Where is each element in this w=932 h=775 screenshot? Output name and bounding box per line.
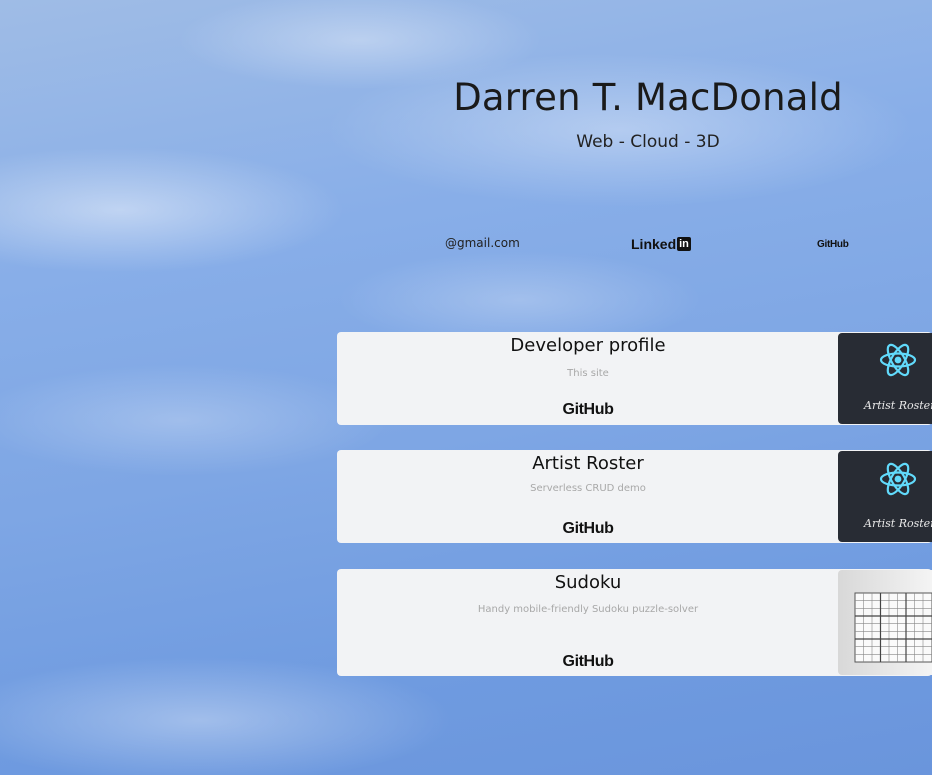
project-card-developer-profile: Developer profile This site GitHub Artis… — [337, 332, 932, 425]
thumbnail-caption: Artist Roster — [864, 517, 932, 530]
project-description: Serverless CRUD demo — [530, 483, 646, 494]
project-github-link[interactable]: GitHub — [337, 653, 839, 671]
project-title: Developer profile — [510, 335, 666, 356]
project-thumbnail[interactable] — [838, 570, 932, 675]
project-card-artist-roster: Artist Roster Serverless CRUD demo GitHu… — [337, 450, 932, 543]
project-title: Artist Roster — [532, 453, 644, 474]
project-github-link[interactable]: GitHub — [337, 401, 839, 419]
github-link[interactable]: GitHub — [817, 239, 849, 250]
project-thumbnail[interactable]: Artist Roster — [838, 451, 932, 542]
project-description: Handy mobile-friendly Sudoku puzzle-solv… — [477, 604, 699, 615]
project-thumbnail[interactable]: Artist Roster — [838, 333, 932, 424]
project-github-link[interactable]: GitHub — [337, 520, 839, 538]
linkedin-logo-word: Linked — [631, 236, 677, 252]
thumbnail-caption: Artist Roster — [864, 399, 932, 412]
tagline: Web - Cloud - 3D — [576, 132, 720, 152]
project-title: Sudoku — [554, 572, 622, 593]
sudoku-grid-icon — [854, 592, 932, 663]
linkedin-logo-icon: in — [677, 237, 691, 251]
linkedin-link[interactable]: Linked in — [631, 236, 691, 252]
project-card-sudoku: Sudoku Handy mobile-friendly Sudoku puzz… — [337, 569, 932, 676]
page-background: Darren T. MacDonald Web - Cloud - 3D @gm… — [0, 0, 932, 775]
page-title: Darren T. MacDonald — [453, 76, 843, 119]
email-link[interactable]: @gmail.com — [445, 236, 520, 250]
project-description: This site — [567, 368, 609, 379]
